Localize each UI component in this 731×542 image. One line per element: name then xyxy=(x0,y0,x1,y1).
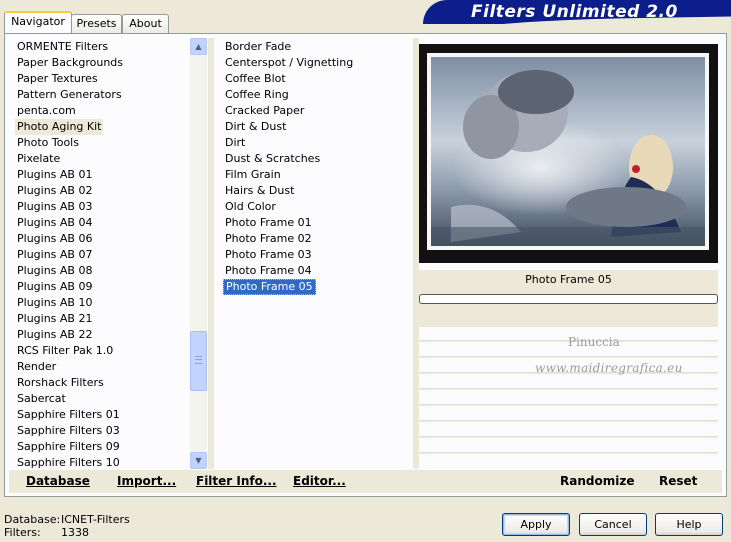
list-item[interactable]: Plugins AB 04 xyxy=(15,215,187,231)
navigator-panel: ORMENTE Filters Paper Backgrounds Paper Te… xyxy=(4,33,727,497)
editor-button[interactable]: Editor... xyxy=(293,474,346,488)
filters-label: Filters: xyxy=(4,526,41,539)
list-item[interactable]: Plugins AB 07 xyxy=(15,247,187,263)
import-button[interactable]: Import... xyxy=(117,474,176,488)
list-item[interactable]: Photo Frame 04 xyxy=(223,263,408,279)
control-row xyxy=(419,436,718,438)
scroll-thumb[interactable] xyxy=(190,331,207,391)
list-item[interactable]: Plugins AB 03 xyxy=(15,199,187,215)
list-item[interactable]: Paper Backgrounds xyxy=(15,55,187,71)
list-item[interactable]: Pixelate xyxy=(15,151,187,167)
list-item[interactable]: Plugins AB 10 xyxy=(15,295,187,311)
list-item[interactable]: Photo Frame 01 xyxy=(223,215,408,231)
list-item[interactable]: Old Color xyxy=(223,199,408,215)
list-item[interactable]: Border Fade xyxy=(223,39,408,55)
title-banner: Filters Unlimited 2.0 xyxy=(423,0,731,24)
list-item[interactable]: Render xyxy=(15,359,187,375)
list-item[interactable]: Dirt xyxy=(223,135,408,151)
preview-frame xyxy=(419,44,718,263)
preview-border xyxy=(427,53,709,250)
filter-list[interactable]: Border Fade Centerspot / Vignetting Coffee… xyxy=(223,39,408,295)
list-item[interactable]: Plugins AB 08 xyxy=(15,263,187,279)
list-item[interactable]: RCS Filter Pak 1.0 xyxy=(15,343,187,359)
list-item[interactable]: Photo Tools xyxy=(15,135,187,151)
control-row xyxy=(419,356,718,358)
filter-name-bar: Photo Frame 05 xyxy=(419,270,718,327)
banner-title: Filters Unlimited 2.0 xyxy=(471,2,678,22)
tab-navigator[interactable]: Navigator xyxy=(4,11,72,33)
list-item[interactable]: Photo Aging Kit xyxy=(15,119,104,135)
control-row xyxy=(419,452,718,454)
list-item[interactable]: Plugins AB 02 xyxy=(15,183,187,199)
list-item[interactable]: Coffee Blot xyxy=(223,71,408,87)
randomize-button[interactable]: Randomize xyxy=(560,474,634,488)
list-item[interactable]: Centerspot / Vignetting xyxy=(223,55,408,71)
list-item[interactable]: Sapphire Filters 09 xyxy=(15,439,187,455)
grip-icon xyxy=(195,356,202,364)
cancel-button[interactable]: Cancel xyxy=(579,513,647,536)
preview-image xyxy=(431,57,705,246)
apply-button[interactable]: Apply xyxy=(502,513,570,536)
scroll-down-button[interactable]: ▼ xyxy=(190,452,207,469)
list-item[interactable]: Photo Frame 05 xyxy=(223,279,316,295)
list-item[interactable]: Pattern Generators xyxy=(15,87,187,103)
list-item[interactable]: Plugins AB 21 xyxy=(15,311,187,327)
list-item[interactable]: Plugins AB 06 xyxy=(15,231,187,247)
database-button[interactable]: Database xyxy=(26,474,90,488)
tab-about[interactable]: About xyxy=(122,14,169,33)
scroll-up-button[interactable]: ▲ xyxy=(190,38,207,55)
tab-presets[interactable]: Presets xyxy=(71,14,122,33)
category-list[interactable]: ORMENTE Filters Paper Backgrounds Paper Te… xyxy=(15,39,187,471)
splitter-left[interactable] xyxy=(208,38,214,469)
database-info: Database: ICNET-Filters Filters: 1338 xyxy=(4,513,130,539)
help-button[interactable]: Help xyxy=(655,513,723,536)
list-item[interactable]: Plugins AB 22 xyxy=(15,327,187,343)
list-item[interactable]: Plugins AB 01 xyxy=(15,167,187,183)
filters-count: 1338 xyxy=(61,526,89,539)
list-item[interactable]: ORMENTE Filters xyxy=(15,39,187,55)
reset-button[interactable]: Reset xyxy=(659,474,697,488)
list-item[interactable]: Film Grain xyxy=(223,167,408,183)
list-item[interactable]: Dust & Scratches xyxy=(223,151,408,167)
category-scrollbar[interactable]: ▲ ▼ xyxy=(190,38,207,469)
list-item[interactable]: Sabercat xyxy=(15,391,187,407)
progress-bar xyxy=(419,294,718,304)
list-item[interactable]: Rorshack Filters xyxy=(15,375,187,391)
list-item[interactable]: Photo Frame 03 xyxy=(223,247,408,263)
list-item[interactable]: Dirt & Dust xyxy=(223,119,408,135)
database-label: Database: xyxy=(4,513,61,526)
control-row xyxy=(419,404,718,406)
list-item[interactable]: Sapphire Filters 03 xyxy=(15,423,187,439)
watermark-url: www.maidiregrafica.eu xyxy=(535,361,683,375)
database-value: ICNET-Filters xyxy=(61,513,130,526)
filter-info-button[interactable]: Filter Info... xyxy=(196,474,277,488)
list-item[interactable]: Photo Frame 02 xyxy=(223,231,408,247)
list-item[interactable]: Hairs & Dust xyxy=(223,183,408,199)
list-item[interactable]: Coffee Ring xyxy=(223,87,408,103)
list-item[interactable]: Cracked Paper xyxy=(223,103,408,119)
list-item[interactable]: Sapphire Filters 10 xyxy=(15,455,187,471)
action-bar: Database Import... Filter Info... Editor… xyxy=(9,470,722,493)
list-item[interactable]: Plugins AB 09 xyxy=(15,279,187,295)
list-item[interactable]: Paper Textures xyxy=(15,71,187,87)
list-item[interactable]: Sapphire Filters 01 xyxy=(15,407,187,423)
control-row xyxy=(419,388,718,390)
list-item[interactable]: penta.com xyxy=(15,103,187,119)
control-row xyxy=(419,420,718,422)
watermark-name: Pinuccia xyxy=(568,335,620,349)
selected-filter-name: Photo Frame 05 xyxy=(525,273,612,286)
